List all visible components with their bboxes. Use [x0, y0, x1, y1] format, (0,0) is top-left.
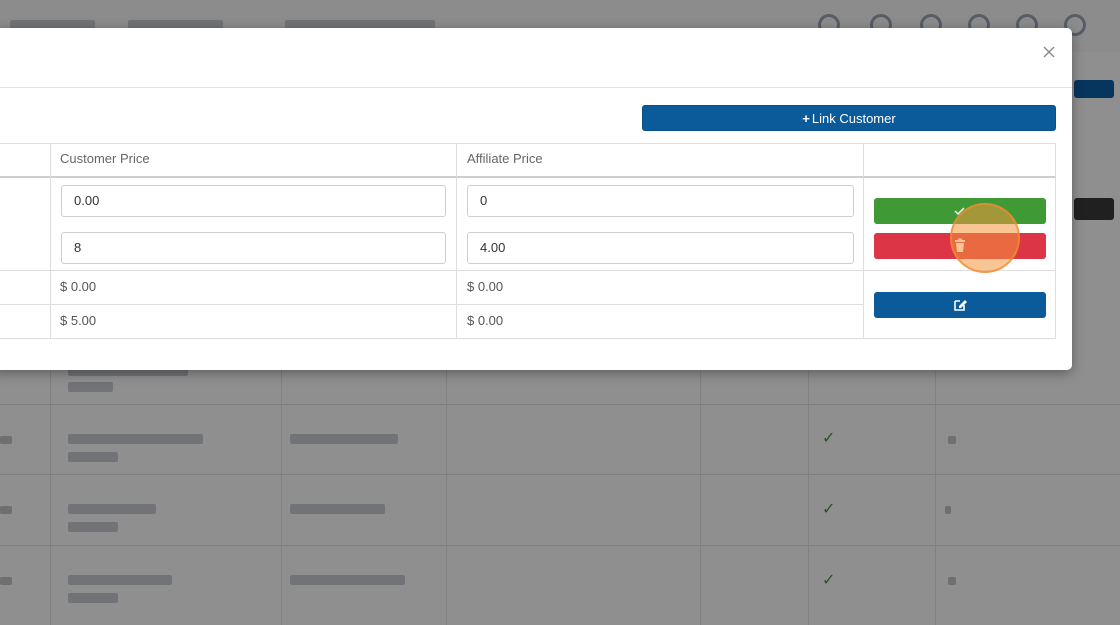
customer-price-input[interactable]: 8: [61, 232, 446, 264]
link-customer-modal: + Link Customer Customer Price Affiliate …: [0, 28, 1072, 370]
customer-price-value: $ 0.00: [60, 279, 97, 294]
customer-price-value: $ 5.00: [60, 313, 97, 328]
table-border: [0, 143, 1056, 144]
click-indicator: [950, 203, 1020, 273]
table-border: [0, 338, 1056, 339]
modal-header: [0, 28, 1072, 88]
table-row-border: [0, 270, 1056, 271]
column-header-affiliate-price: Affiliate Price: [467, 151, 543, 166]
affiliate-price-input[interactable]: 4.00: [467, 232, 854, 264]
table-column-border: [1055, 143, 1056, 338]
table-column-border: [863, 143, 864, 338]
affiliate-price-input[interactable]: 0: [467, 185, 854, 217]
table-column-border: [456, 143, 457, 338]
plus-icon: +: [802, 111, 810, 126]
column-header-customer-price: Customer Price: [60, 151, 150, 166]
table-header-border: [0, 176, 1056, 178]
affiliate-price-value: $ 0.00: [467, 279, 504, 294]
edit-button[interactable]: [874, 292, 1046, 318]
edit-icon: [954, 300, 967, 311]
customer-price-input[interactable]: 0.00: [61, 185, 446, 217]
link-customer-button[interactable]: + Link Customer: [642, 105, 1056, 131]
affiliate-price-value: $ 0.00: [467, 313, 504, 328]
table-row-border: [0, 304, 864, 305]
table-column-border: [50, 143, 51, 338]
link-customer-label: Link Customer: [811, 111, 896, 126]
close-icon[interactable]: [1038, 41, 1060, 63]
